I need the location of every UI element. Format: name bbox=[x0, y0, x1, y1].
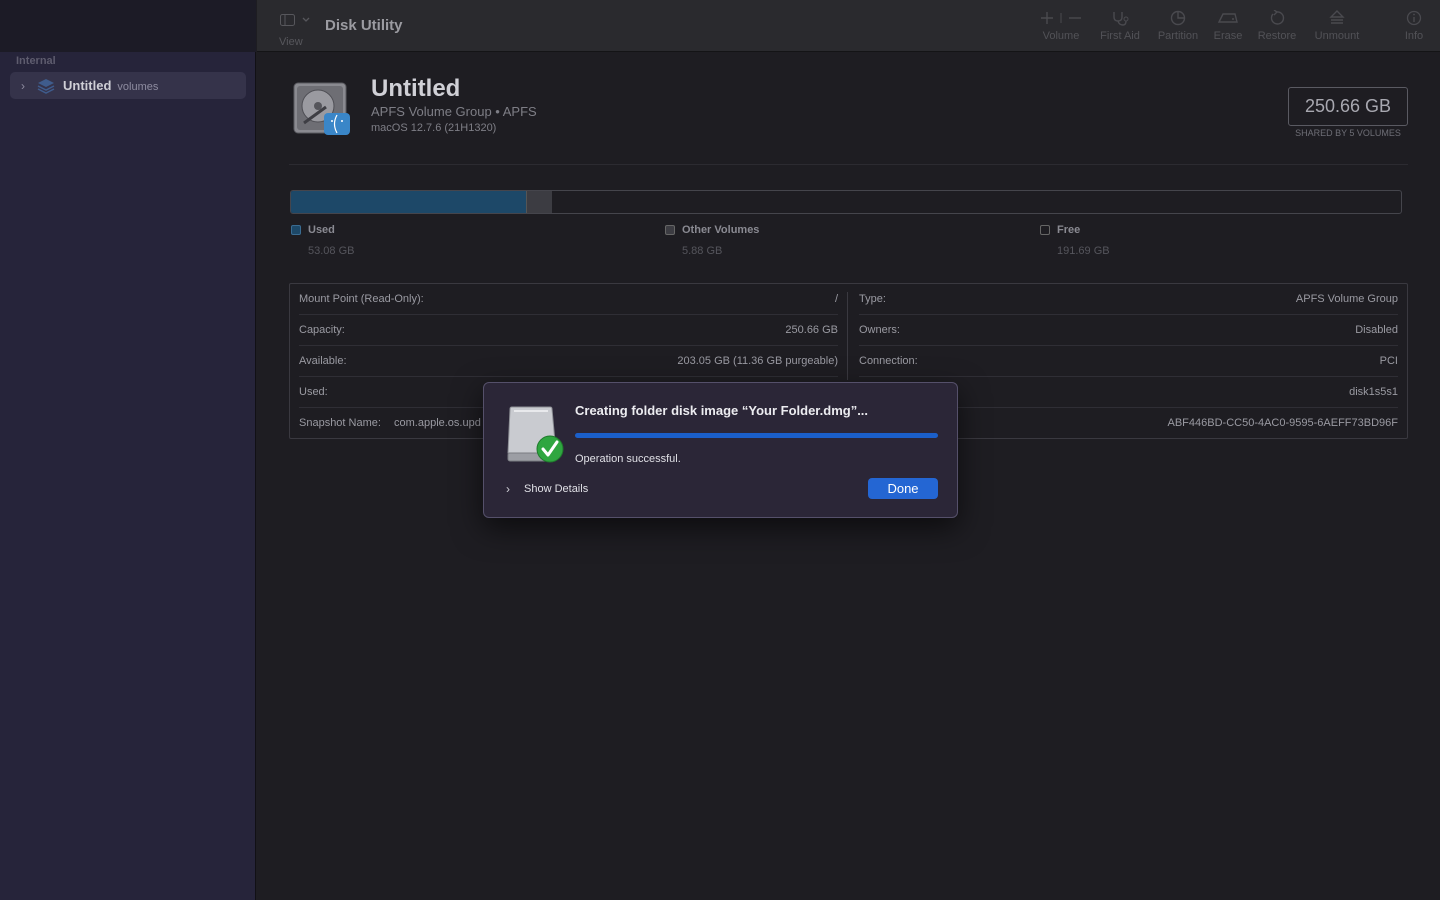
legend-value: 53.08 GB bbox=[308, 245, 355, 257]
column-separator bbox=[847, 292, 848, 380]
pie-chart-icon bbox=[1170, 10, 1186, 26]
app-title: Disk Utility bbox=[325, 17, 403, 34]
legend-label: Other Volumes bbox=[682, 224, 760, 236]
info-key: Connection: bbox=[859, 355, 918, 367]
info-value: com.apple.os.upd bbox=[394, 417, 481, 429]
restore-label: Restore bbox=[1257, 30, 1297, 42]
legend-label: Free bbox=[1057, 224, 1081, 236]
info-label: Info bbox=[1404, 30, 1424, 42]
info-key: Capacity: bbox=[299, 324, 345, 336]
view-button-label: View bbox=[279, 36, 303, 48]
unmount-label: Unmount bbox=[1314, 30, 1360, 42]
view-button[interactable]: View bbox=[277, 10, 317, 48]
eraser-icon bbox=[1217, 13, 1238, 23]
info-value: disk1s5s1 bbox=[1349, 386, 1398, 398]
sidebar-titlebar bbox=[0, 0, 256, 52]
dialog-title: Creating folder disk image “Your Folder.… bbox=[575, 403, 869, 418]
plus-minus-icon bbox=[1041, 12, 1081, 24]
info-row-mount-point: Mount Point (Read-Only): / bbox=[299, 284, 838, 315]
hard-disk-icon bbox=[293, 82, 350, 135]
info-value: / bbox=[834, 293, 838, 305]
info-key: Type: bbox=[859, 293, 886, 305]
partition-button[interactable]: Partition bbox=[1153, 10, 1203, 50]
disk-image-success-icon bbox=[507, 406, 564, 463]
legend-swatch-other bbox=[665, 225, 675, 235]
restore-icon bbox=[1270, 10, 1285, 25]
legend-value: 191.69 GB bbox=[1057, 245, 1110, 257]
restore-button[interactable]: Restore bbox=[1255, 10, 1299, 50]
toolbar: View Disk Utility Volume First Aid Parti… bbox=[257, 0, 1440, 52]
volume-button[interactable]: Volume bbox=[1038, 10, 1084, 50]
info-key: Mount Point (Read-Only): bbox=[299, 293, 424, 305]
info-key: Available: bbox=[299, 355, 347, 367]
legend-label: Used bbox=[308, 224, 335, 236]
erase-button[interactable]: Erase bbox=[1210, 10, 1246, 50]
stethoscope-icon bbox=[1113, 12, 1129, 26]
legend-swatch-free bbox=[1040, 225, 1050, 235]
info-key: Owners: bbox=[859, 324, 900, 336]
info-row-owners: Owners: Disabled bbox=[859, 315, 1398, 346]
info-key: Used: bbox=[299, 386, 328, 398]
first-aid-button[interactable]: First Aid bbox=[1095, 10, 1145, 50]
eject-icon bbox=[1329, 10, 1345, 24]
info-row-capacity: Capacity: 250.66 GB bbox=[299, 315, 838, 346]
capacity-display: 250.66 GB bbox=[1288, 87, 1408, 126]
sidebar-toggle-icon bbox=[280, 14, 310, 26]
sidebar-item-sublabel: volumes bbox=[117, 80, 159, 93]
unmount-button[interactable]: Unmount bbox=[1312, 10, 1362, 50]
usage-segment-used bbox=[291, 191, 526, 213]
disk-utility-window: Internal › Untitled volumes View Disk Ut… bbox=[0, 0, 1440, 900]
info-value: PCI bbox=[1379, 355, 1398, 367]
sidebar-section-internal: Internal bbox=[16, 55, 56, 67]
info-value: Disabled bbox=[1355, 324, 1398, 336]
info-value: 203.05 GB (11.36 GB purgeable) bbox=[677, 355, 838, 367]
info-value: APFS Volume Group bbox=[1295, 293, 1398, 305]
info-value: 250.66 GB bbox=[785, 324, 838, 336]
legend-value: 5.88 GB bbox=[682, 245, 723, 257]
info-key: Snapshot Name: bbox=[299, 417, 381, 429]
sidebar-item-untitled[interactable]: › Untitled volumes bbox=[10, 72, 246, 99]
volume-os-version: macOS 12.7.6 (21H1320) bbox=[371, 122, 497, 134]
first-aid-label: First Aid bbox=[1100, 30, 1140, 42]
usage-segment-other-volumes bbox=[526, 191, 552, 213]
volume-title: Untitled bbox=[371, 75, 461, 102]
shared-note: SHARED BY 5 VOLUMES bbox=[1295, 128, 1401, 138]
volume-stack-icon bbox=[37, 78, 55, 94]
info-value: ABF446BD-CC50-4AC0-9595-6AEFF73BD96F bbox=[1167, 417, 1399, 429]
info-row-connection: Connection: PCI bbox=[859, 346, 1398, 377]
progress-dialog: Creating folder disk image “Your Folder.… bbox=[483, 382, 958, 518]
dialog-status: Operation successful. bbox=[575, 453, 681, 465]
sidebar: Internal › Untitled volumes bbox=[0, 0, 256, 900]
dialog-progress-bar bbox=[575, 433, 938, 438]
chevron-right-icon: › bbox=[506, 482, 510, 496]
info-button[interactable]: Info bbox=[1401, 10, 1427, 50]
sidebar-item-label: Untitled bbox=[63, 78, 112, 93]
info-row-available: Available: 203.05 GB (11.36 GB purgeable… bbox=[299, 346, 838, 377]
partition-label: Partition bbox=[1157, 30, 1199, 42]
disclosure-chevron-icon[interactable]: › bbox=[14, 79, 32, 93]
show-details-label: Show Details bbox=[524, 483, 589, 495]
volume-label: Volume bbox=[1042, 30, 1080, 42]
done-button[interactable]: Done bbox=[868, 478, 938, 499]
info-icon bbox=[1406, 10, 1422, 26]
legend-swatch-used bbox=[291, 225, 301, 235]
erase-label: Erase bbox=[1213, 30, 1243, 42]
header-divider bbox=[289, 164, 1408, 165]
info-row-type: Type: APFS Volume Group bbox=[859, 284, 1398, 315]
show-details-toggle[interactable]: › Show Details bbox=[506, 482, 588, 496]
usage-bar bbox=[290, 190, 1402, 214]
volume-subtitle: APFS Volume Group • APFS bbox=[371, 104, 537, 119]
